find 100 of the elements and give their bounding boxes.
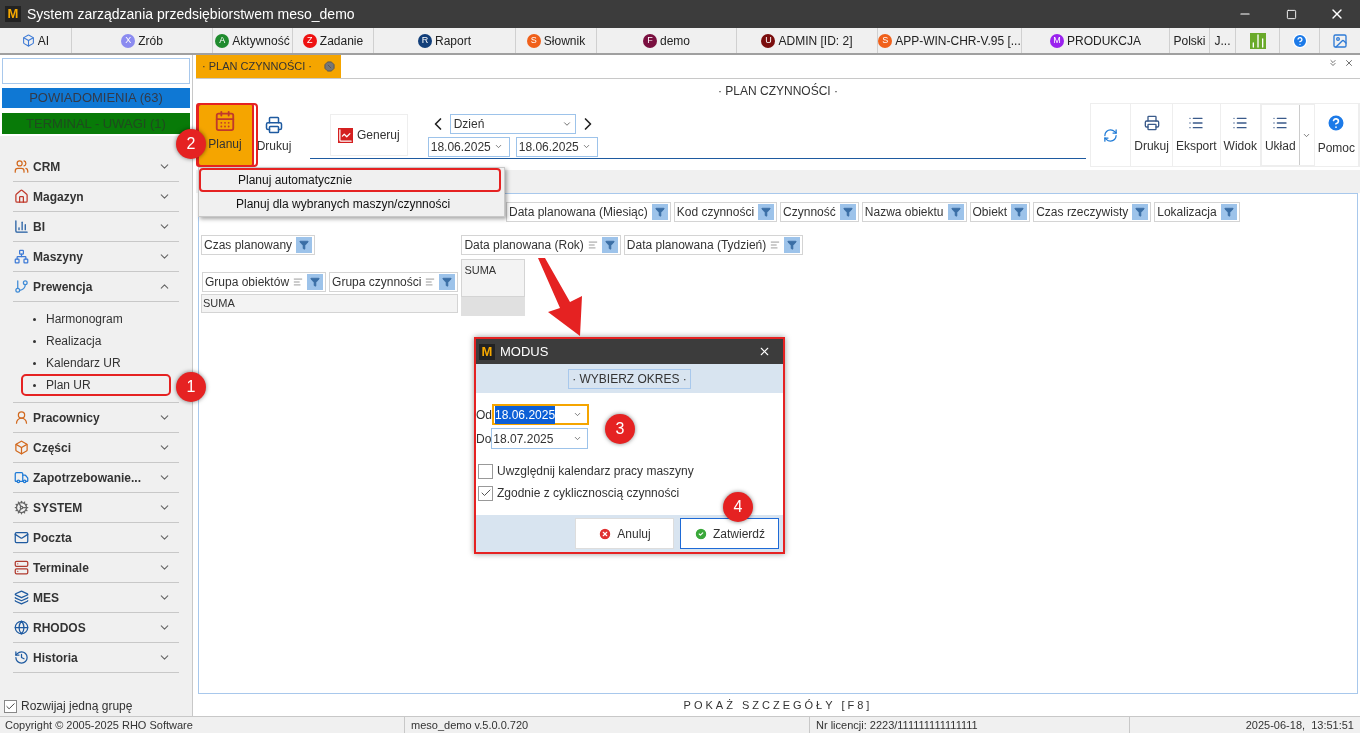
group-label: RHODOS (33, 619, 86, 637)
sidebar-group[interactable]: BI (13, 212, 179, 242)
group-label: CRM (33, 158, 61, 176)
toolbar-item[interactable]: M PRODUKCJA (1022, 28, 1170, 53)
field-header[interactable]: Grupa obiektów (202, 272, 327, 292)
field-header[interactable]: Nazwa obiektu (861, 202, 967, 222)
filter-icon[interactable] (1220, 204, 1237, 220)
close-icon[interactable] (1344, 58, 1354, 68)
ribbon-button[interactable]: Widok (1220, 104, 1261, 166)
filter-icon[interactable] (601, 237, 618, 253)
document-tab[interactable]: · PLAN CZYNNOŚCI · (196, 55, 341, 78)
field-header[interactable]: Czas planowany (201, 235, 316, 255)
ribbon-button[interactable]: Eksport (1172, 104, 1221, 166)
sidebar-group[interactable]: Zapotrzebowanie... (13, 463, 179, 493)
sidebar-group[interactable]: Magazyn (13, 182, 179, 212)
filter-icon[interactable] (839, 204, 856, 220)
field-header[interactable]: Czas rzeczywisty (1033, 202, 1152, 222)
checkbox[interactable] (4, 699, 17, 713)
toolbar-label: AI (37, 32, 50, 50)
letter-badge: F (643, 33, 657, 48)
expand-one-checkbox[interactable]: Rozwijaj jedną grupę (0, 696, 192, 716)
field-label: Obiekt (972, 204, 1008, 221)
filter-icon[interactable] (784, 237, 801, 253)
generate-button[interactable]: Generuj (330, 114, 408, 156)
filter-icon[interactable] (1132, 204, 1149, 220)
filter-icon[interactable] (1011, 204, 1028, 220)
printer-icon (265, 116, 283, 134)
sidebar-item[interactable]: Plan UR (33, 376, 91, 394)
field-header[interactable]: Obiekt (969, 202, 1031, 222)
field-header[interactable]: Data planowana (Rok) (461, 235, 621, 255)
toolbar-item[interactable]: S Słownik (516, 28, 597, 53)
caret-icon (573, 410, 582, 419)
filter-icon[interactable] (651, 204, 668, 220)
toolbar-item[interactable]: F demo (597, 28, 737, 53)
checkbox[interactable] (478, 485, 493, 501)
filter-icon[interactable] (947, 204, 964, 220)
window-title: System zarządzania przedsiębiorstwem meso_demo (27, 4, 355, 24)
filter-icon[interactable] (296, 237, 313, 253)
menu-item[interactable]: Planuj dla wybranych maszyn/czynności (199, 192, 504, 216)
sidebar-group[interactable]: Pracownicy (13, 403, 179, 433)
period-select[interactable]: Dzień (449, 113, 576, 134)
ribbon-button[interactable]: Układ (1260, 104, 1315, 166)
toolbar-label: demo (660, 32, 690, 50)
field-header[interactable]: Czynność (780, 202, 859, 222)
field-header[interactable]: Data planowana (Miesiąc) (506, 202, 671, 222)
sidebar-group[interactable]: Części (13, 433, 179, 463)
toolbar-item[interactable]: S APP-WIN-CHR-V.95 [... (878, 28, 1022, 53)
sidebar-group[interactable]: Historia (13, 643, 179, 673)
toolbar-item[interactable]: X Zrób (72, 28, 213, 53)
branch-icon (14, 279, 29, 294)
check-circle-icon (694, 526, 708, 541)
sidebar-group[interactable]: RHODOS (13, 613, 179, 643)
toolbar-item[interactable]: U ADMIN [ID: 2] (737, 28, 878, 53)
cross-circle-icon (598, 526, 613, 541)
field-header[interactable]: Grupa czynności (329, 272, 459, 292)
date-field[interactable]: 18.06.2025 (492, 404, 589, 425)
sidebar-item[interactable]: Realizacja (33, 332, 102, 350)
field-label: Lokalizacja (1157, 204, 1217, 221)
filter-icon[interactable] (307, 274, 324, 290)
checkbox[interactable] (478, 463, 493, 479)
confirm-button[interactable]: Zatwierdź (680, 518, 779, 549)
toolbar-item[interactable]: AI (0, 28, 72, 53)
picture-icon (1332, 32, 1348, 49)
sidebar-group[interactable]: MES (13, 583, 179, 613)
list-icon (1272, 115, 1289, 131)
toolbar-item[interactable]: Z Zadanie (293, 28, 374, 53)
toolbar-label: Aktywność (232, 32, 290, 50)
sidebar-group[interactable]: CRM (13, 152, 179, 182)
sidebar-group[interactable]: Maszyny (13, 242, 179, 272)
sidebar-group[interactable]: SYSTEM (13, 493, 179, 523)
date-from-field[interactable]: 18.06.2025 (427, 136, 510, 157)
sidebar-item[interactable]: Kalendarz UR (33, 354, 121, 372)
truck-icon (14, 470, 29, 485)
field-header[interactable]: Kod czynności (673, 202, 778, 222)
help-icon (1326, 113, 1347, 133)
cancel-button[interactable]: Anuluj (575, 518, 674, 549)
details-button[interactable]: POKAŻ SZCZEGÓŁY [F8] (196, 694, 1360, 716)
caret-icon (573, 434, 583, 443)
toolbar-item[interactable]: R Raport (374, 28, 516, 53)
sidebar-group[interactable]: Poczta (13, 523, 179, 553)
search-field[interactable] (2, 58, 190, 84)
filter-icon[interactable] (758, 204, 775, 220)
ribbon-button[interactable]: Drukuj (1131, 104, 1173, 166)
date-to-field[interactable]: 18.06.2025 (515, 136, 598, 157)
menu-item[interactable]: Planuj automatycznie (199, 168, 501, 192)
option-checkbox[interactable]: Uwzględnij kalendarz pracy maszyny (478, 462, 783, 480)
toolbar-label: Słownik (543, 32, 586, 50)
sidebar-group[interactable]: Terminale (13, 553, 179, 583)
toolbar-item[interactable]: A Aktywność (213, 28, 293, 53)
field-header[interactable]: Lokalizacja (1154, 202, 1240, 222)
sidebar-item[interactable]: Harmonogram (33, 310, 123, 328)
ribbon-button[interactable]: Pomoc (1314, 104, 1359, 166)
app-logo: M (5, 6, 21, 22)
sidebar-group[interactable]: Prewencja (13, 272, 179, 302)
filter-icon[interactable] (439, 274, 456, 290)
group-label: Części (33, 439, 72, 457)
field-header[interactable]: Data planowana (Tydzień) (623, 235, 804, 255)
date-field[interactable]: 18.07.2025 (491, 428, 589, 449)
toolbar-item[interactable]: J... (1210, 28, 1236, 53)
close-icon[interactable] (758, 345, 771, 358)
